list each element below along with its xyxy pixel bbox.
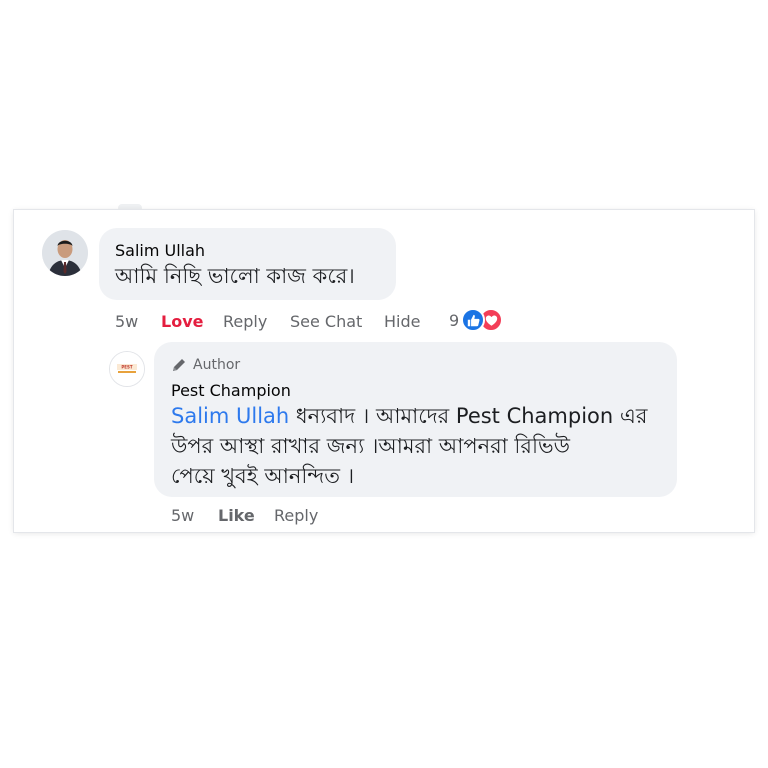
reaction-summary[interactable]: 9 [449,308,504,332]
hide-button[interactable]: Hide [384,312,420,331]
reply-actions: 5w Like Reply [171,506,318,525]
reply-timestamp[interactable]: 5w [171,506,218,525]
love-button[interactable]: Love [161,312,223,331]
reaction-count: 9 [449,310,460,330]
comment-timestamp[interactable]: 5w [115,312,161,331]
comment-text: আমি নিছি ভালো কাজ করে। [115,264,355,288]
avatar[interactable]: PEST [109,351,145,387]
avatar[interactable] [42,230,88,276]
pencil-icon [173,359,185,371]
reply-button[interactable]: Reply [223,312,290,331]
reply-line-text: ধন্যবাদ । আমাদের Pest Champion এর [289,404,648,428]
like-reaction-icon [461,308,486,332]
reply-author-name[interactable]: Pest Champion [171,381,291,400]
author-badge: Author [171,355,240,375]
like-button[interactable]: Like [218,506,274,525]
reply-line: উপর আস্থা রাখার জন্য ।আমরা আপনরা রিভিউ [171,434,570,458]
see-chat-button[interactable]: See Chat [290,312,384,331]
reply-button[interactable]: Reply [274,506,318,525]
user-avatar-image [42,230,88,276]
author-badge-label: Author [193,357,241,373]
mention-link[interactable]: Salim Ullah [171,404,289,428]
reply-line: পেয়ে খুবই আনন্দিত । [171,464,355,488]
comment-actions: 5w Love Reply See Chat Hide [115,312,420,331]
pest-champion-logo: PEST [110,352,144,386]
comment-author-name[interactable]: Salim Ullah [115,241,205,260]
reply-line: Salim Ullah ধন্যবাদ । আমাদের Pest Champi… [171,401,671,431]
reply-text: Salim Ullah ধন্যবাদ । আমাদের Pest Champi… [171,401,671,491]
logo-text: PEST [121,365,133,370]
